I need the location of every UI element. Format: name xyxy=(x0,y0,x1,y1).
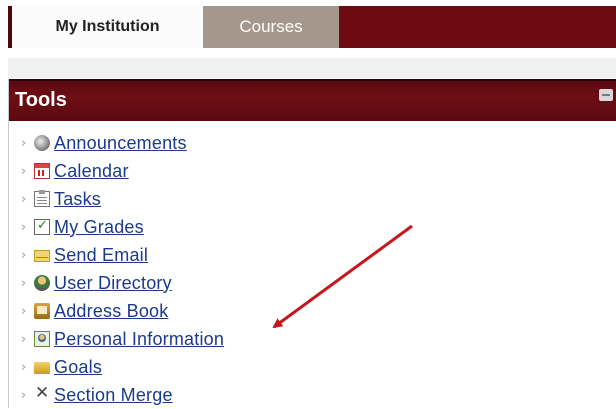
personal-information-icon xyxy=(34,331,50,347)
link-address-book[interactable]: Address Book xyxy=(54,301,168,322)
list-item: › Calendar xyxy=(21,157,224,185)
list-item: › Send Email xyxy=(21,241,224,269)
link-goals[interactable]: Goals xyxy=(54,357,102,378)
grades-icon xyxy=(34,217,50,235)
list-item: › Announcements xyxy=(21,129,224,157)
chevron-right-icon: › xyxy=(21,275,27,291)
link-send-email[interactable]: Send Email xyxy=(54,245,148,266)
list-item: › Tasks xyxy=(21,185,224,213)
tab-my-institution[interactable]: My Institution xyxy=(12,6,203,48)
list-item: › Section Merge xyxy=(21,381,224,409)
link-calendar[interactable]: Calendar xyxy=(54,161,129,182)
chevron-right-icon: › xyxy=(21,191,27,207)
link-personal-information[interactable]: Personal Information xyxy=(54,329,224,350)
tools-list: › Announcements › Calendar › Tasks › My … xyxy=(21,129,224,409)
announcements-icon xyxy=(34,135,50,151)
list-item: › User Directory xyxy=(21,269,224,297)
link-user-directory[interactable]: User Directory xyxy=(54,273,172,294)
top-tab-bar: My Institution Courses xyxy=(8,6,616,48)
user-directory-icon xyxy=(34,275,50,291)
chevron-right-icon: › xyxy=(21,359,27,375)
email-icon xyxy=(34,250,50,262)
chevron-right-icon: › xyxy=(21,247,27,263)
chevron-right-icon: › xyxy=(21,331,27,347)
list-item: › Goals xyxy=(21,353,224,381)
tab-courses[interactable]: Courses xyxy=(203,6,339,48)
link-my-grades[interactable]: My Grades xyxy=(54,217,144,238)
list-item: › Personal Information xyxy=(21,325,224,353)
tools-module-title: Tools xyxy=(15,89,67,111)
link-announcements[interactable]: Announcements xyxy=(54,133,187,154)
goals-icon xyxy=(34,362,50,374)
chevron-right-icon: › xyxy=(21,163,27,179)
chevron-right-icon: › xyxy=(21,387,27,403)
chevron-right-icon: › xyxy=(21,219,27,235)
link-section-merge[interactable]: Section Merge xyxy=(54,385,173,406)
chevron-right-icon: › xyxy=(21,135,27,151)
tools-module: Tools › Announcements › Calendar › Tasks… xyxy=(8,79,616,408)
tasks-icon xyxy=(34,190,50,207)
tools-module-header: Tools xyxy=(9,79,616,121)
link-tasks[interactable]: Tasks xyxy=(54,189,101,210)
list-item: › My Grades xyxy=(21,213,224,241)
section-merge-icon xyxy=(34,383,50,403)
list-item: › Address Book xyxy=(21,297,224,325)
chevron-right-icon: › xyxy=(21,303,27,319)
calendar-icon xyxy=(34,163,50,179)
collapse-module-button[interactable] xyxy=(599,89,613,101)
content-spacer xyxy=(8,58,616,78)
address-book-icon xyxy=(34,303,50,319)
